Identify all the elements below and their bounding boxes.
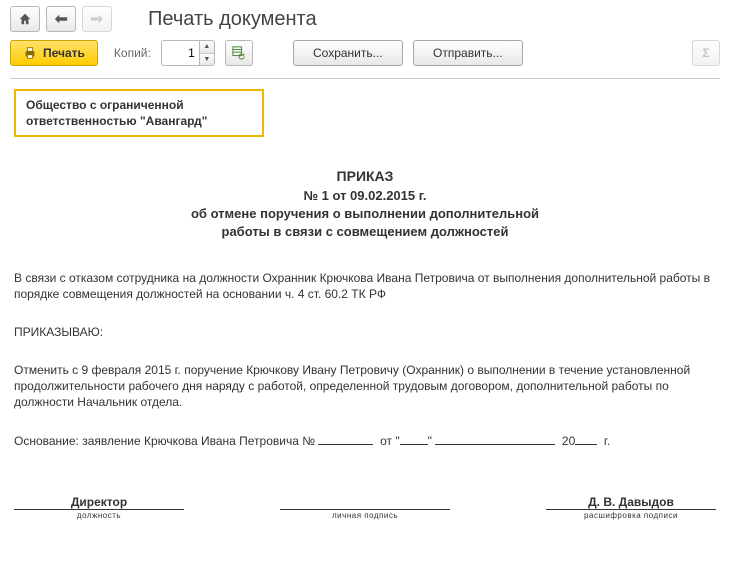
page-title: Печать документа xyxy=(148,8,317,31)
sum-button[interactable]: Σ xyxy=(692,40,720,66)
send-button[interactable]: Отправить... xyxy=(413,40,523,66)
copies-input[interactable] xyxy=(161,40,199,66)
save-button[interactable]: Сохранить... xyxy=(293,40,403,66)
send-button-label: Отправить... xyxy=(433,46,503,60)
order-word: ПРИКАЗЫВАЮ: xyxy=(14,324,716,340)
document-preview: Общество с ограниченной ответственностью… xyxy=(0,79,730,520)
arrow-right-icon xyxy=(90,13,104,25)
document-body: В связи с отказом сотрудника на должност… xyxy=(14,270,716,449)
doc-number-date: № 1 от 09.02.2015 г. xyxy=(14,187,716,205)
copies-label: Копий: xyxy=(114,46,151,60)
preamble-text: В связи с отказом сотрудника на должност… xyxy=(14,270,716,302)
org-line-1: Общество с ограниченной xyxy=(26,97,252,113)
order-text: Отменить с 9 февраля 2015 г. поручение К… xyxy=(14,362,716,411)
document-header: ПРИКАЗ № 1 от 09.02.2015 г. об отмене по… xyxy=(14,167,716,241)
table-refresh-icon xyxy=(232,46,246,60)
sign-position-value: Директор xyxy=(14,495,184,509)
signature-row: Директор должность личная подпись Д. В. … xyxy=(14,495,716,520)
save-button-label: Сохранить... xyxy=(313,46,383,60)
copies-down[interactable]: ▼ xyxy=(200,54,214,66)
sign-position: Директор должность xyxy=(14,495,184,520)
doc-subtitle-1: об отмене поручения о выполнении дополни… xyxy=(14,205,716,223)
sign-position-caption: должность xyxy=(14,511,184,520)
print-button[interactable]: Печать xyxy=(10,40,98,66)
sign-decipher-caption: расшифровка подписи xyxy=(546,511,716,520)
doc-caption: ПРИКАЗ xyxy=(14,167,716,187)
organization-box: Общество с ограниченной ответственностью… xyxy=(14,89,264,137)
org-line-2: ответственностью "Авангард" xyxy=(26,113,252,129)
back-button[interactable] xyxy=(46,6,76,32)
copies-spinner[interactable]: ▲ ▼ xyxy=(161,40,215,66)
basis-prefix: Основание: заявление Крючкова Ивана Петр… xyxy=(14,434,315,448)
basis-year-prefix: 20 xyxy=(562,434,575,448)
sign-decipher-value: Д. В. Давыдов xyxy=(546,495,716,509)
basis-line: Основание: заявление Крючкова Ивана Петр… xyxy=(14,433,716,449)
basis-day-blank xyxy=(400,433,428,445)
sign-personal: личная подпись xyxy=(280,495,450,520)
basis-from-label: от xyxy=(380,434,392,448)
printer-icon xyxy=(23,46,37,60)
sign-decipher: Д. В. Давыдов расшифровка подписи xyxy=(546,495,716,520)
basis-year-blank xyxy=(575,433,597,445)
print-button-label: Печать xyxy=(43,46,85,60)
copies-up[interactable]: ▲ xyxy=(200,41,214,54)
basis-year-char: г. xyxy=(604,434,610,448)
sign-personal-caption: личная подпись xyxy=(280,511,450,520)
forward-button[interactable] xyxy=(82,6,112,32)
home-button[interactable] xyxy=(10,6,40,32)
basis-month-blank xyxy=(435,433,555,445)
doc-subtitle-2: работы в связи с совмещением должностей xyxy=(14,223,716,241)
arrow-left-icon xyxy=(54,13,68,25)
sigma-icon: Σ xyxy=(702,46,709,60)
preview-refresh-button[interactable] xyxy=(225,40,253,66)
basis-number-blank xyxy=(318,433,373,445)
home-icon xyxy=(18,12,32,26)
